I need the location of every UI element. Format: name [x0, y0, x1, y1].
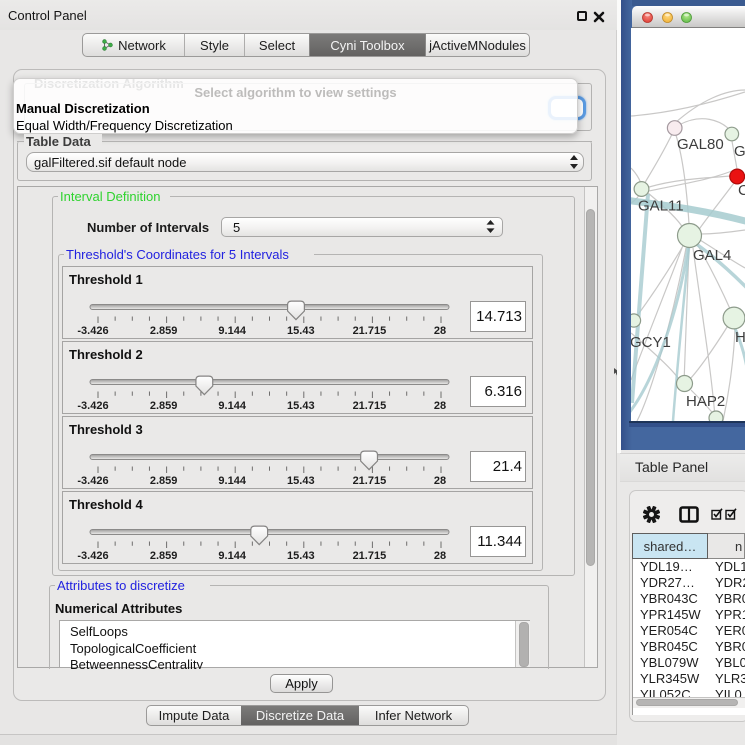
svg-text:2.859: 2.859 — [150, 325, 178, 337]
svg-text:2.859: 2.859 — [150, 400, 178, 412]
svg-text:-3.426: -3.426 — [77, 400, 108, 412]
svg-text:9.144: 9.144 — [218, 475, 246, 487]
svg-text:15.43: 15.43 — [287, 475, 315, 487]
svg-text:21.715: 21.715 — [353, 400, 387, 412]
svg-text:GAL80: GAL80 — [677, 136, 724, 153]
svg-text:15.43: 15.43 — [287, 400, 315, 412]
svg-text:9.144: 9.144 — [218, 400, 246, 412]
svg-text:2.859: 2.859 — [150, 550, 178, 562]
svg-text:21.715: 21.715 — [353, 325, 387, 337]
svg-text:2.859: 2.859 — [150, 475, 178, 487]
svg-text:GAL4: GAL4 — [693, 247, 731, 264]
svg-text:28: 28 — [434, 400, 446, 412]
svg-text:9.144: 9.144 — [218, 550, 246, 562]
svg-text:HAP2: HAP2 — [686, 393, 725, 410]
svg-text:9.144: 9.144 — [218, 325, 246, 337]
svg-text:GCY1: GCY1 — [631, 334, 671, 351]
svg-text:GAL11: GAL11 — [638, 198, 684, 215]
svg-text:15.43: 15.43 — [287, 550, 315, 562]
svg-text:GA: GA — [734, 143, 745, 160]
svg-text:-3.426: -3.426 — [77, 550, 108, 562]
svg-text:C: C — [738, 182, 745, 199]
svg-text:28: 28 — [434, 550, 446, 562]
svg-text:H: H — [735, 329, 745, 346]
svg-text:21.715: 21.715 — [353, 550, 387, 562]
svg-text:-3.426: -3.426 — [77, 475, 108, 487]
svg-text:-3.426: -3.426 — [77, 325, 108, 337]
svg-text:21.715: 21.715 — [353, 475, 387, 487]
svg-text:28: 28 — [434, 325, 446, 337]
svg-text:28: 28 — [434, 475, 446, 487]
svg-text:15.43: 15.43 — [287, 325, 315, 337]
